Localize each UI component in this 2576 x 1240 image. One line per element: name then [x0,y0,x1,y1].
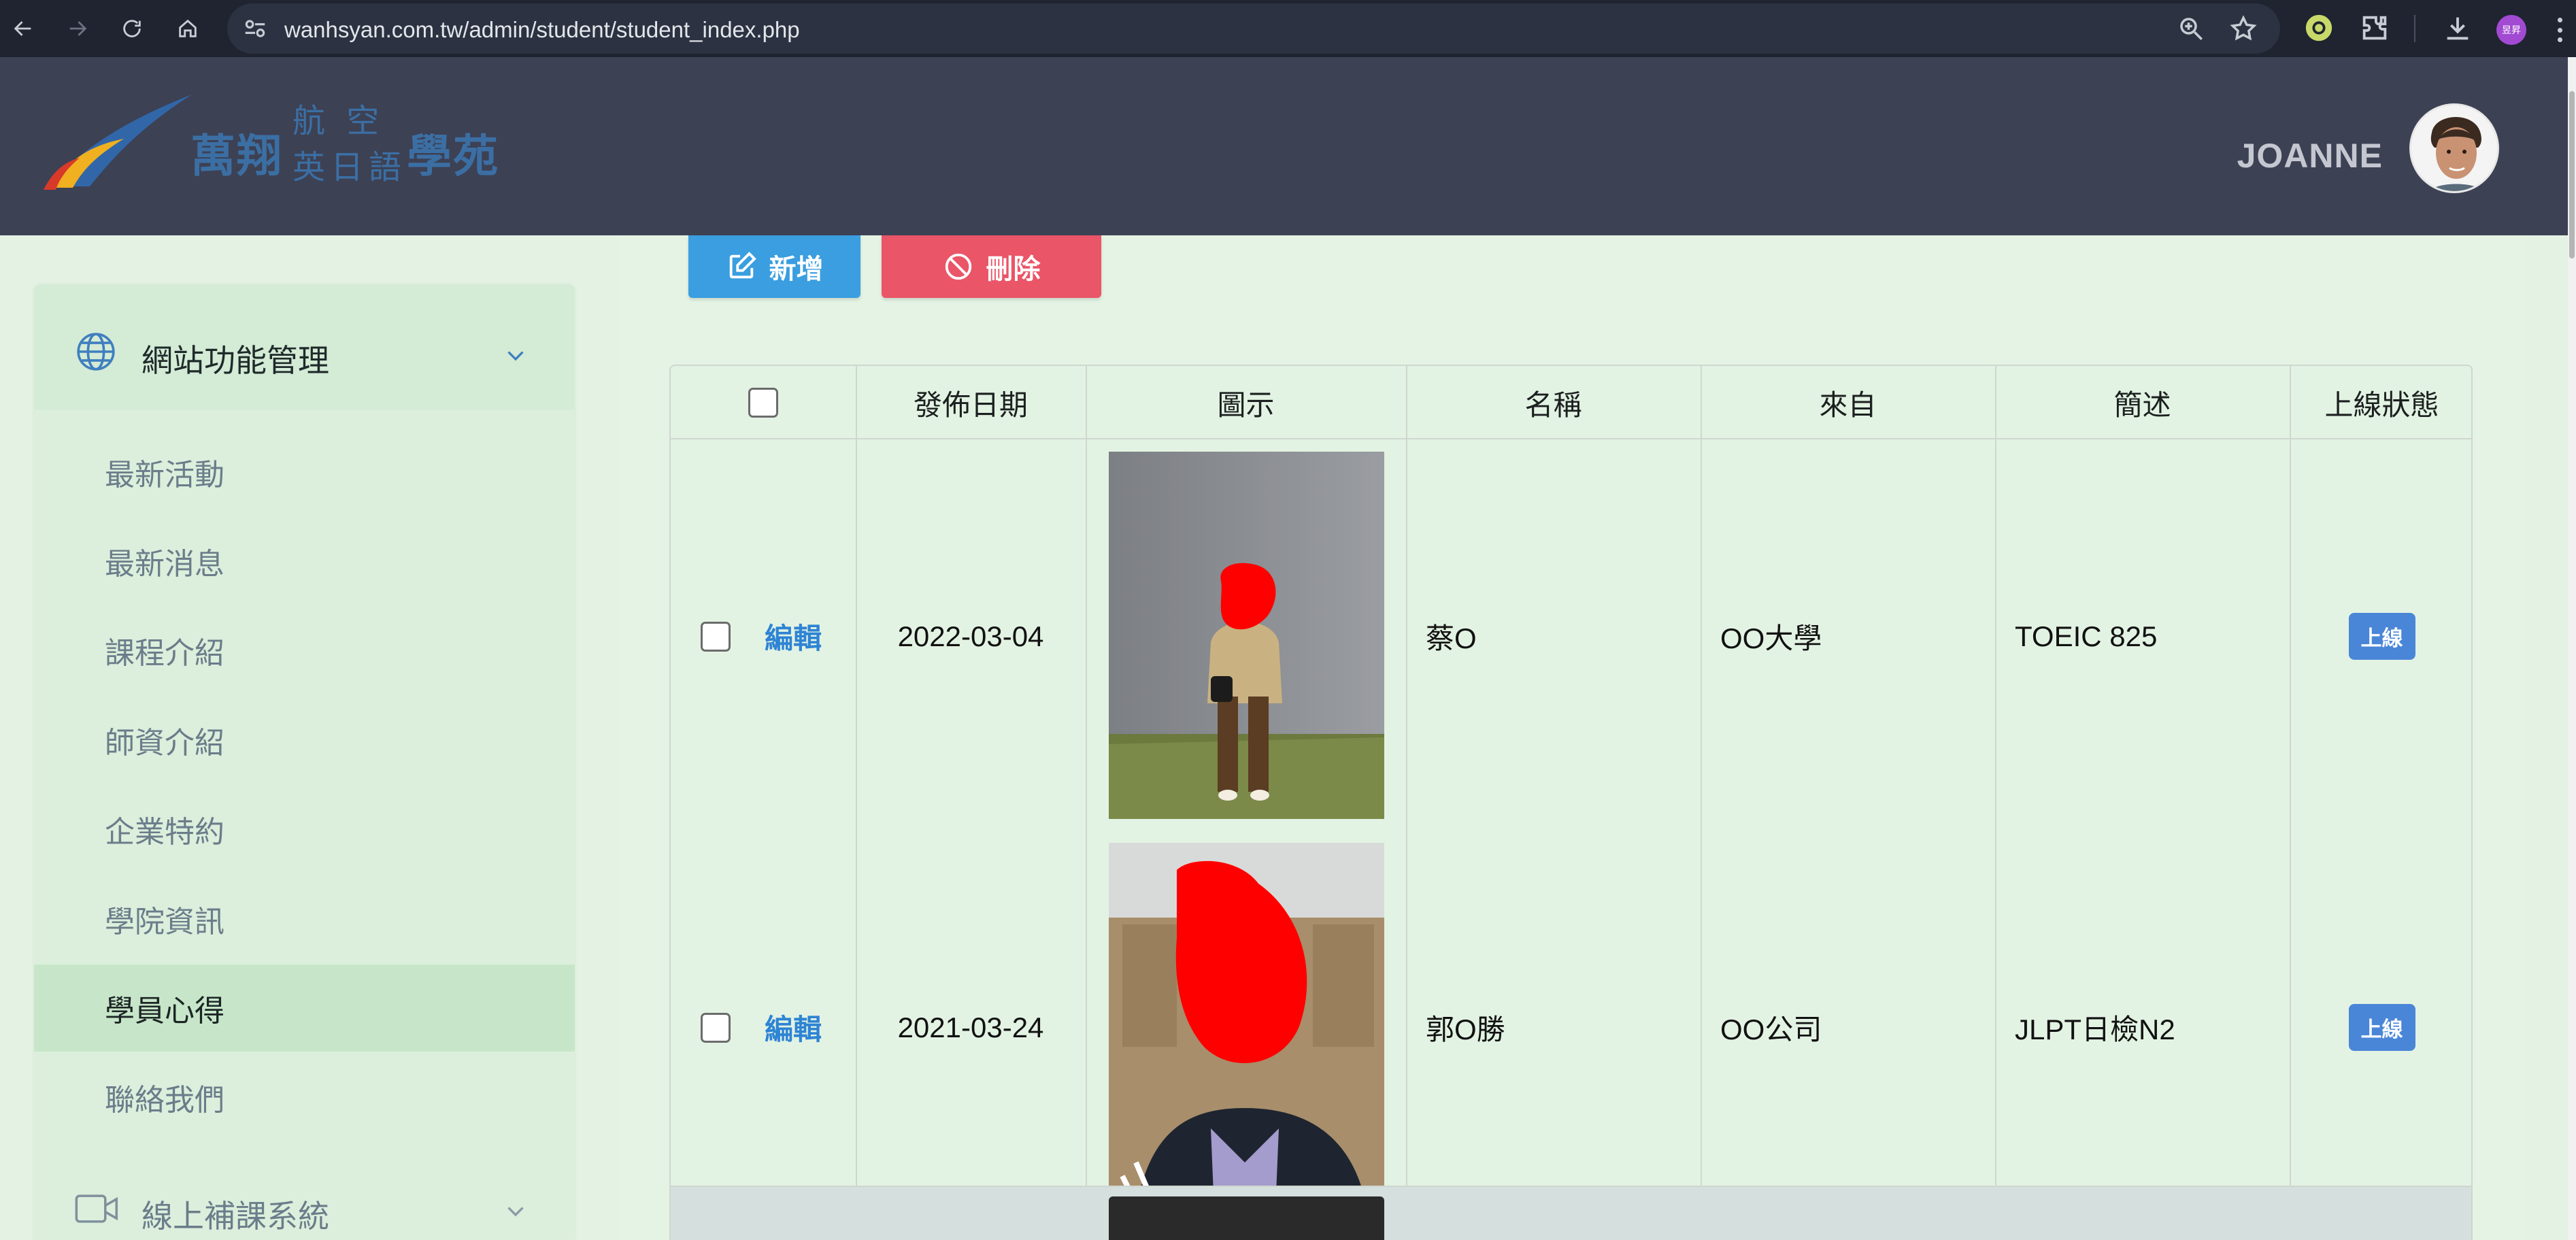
add-button-label: 新增 [769,254,824,285]
from-cell: OO公司 [1720,1013,1822,1045]
select-all-checkbox[interactable] [748,388,778,418]
chevron-down-icon [507,351,524,361]
edit-link[interactable]: 編輯 [765,1007,822,1048]
browser-toolbar: wanhsyan.com.tw/admin/student/student_in… [0,0,2576,57]
student-photo[interactable] [1109,843,1384,1210]
delete-button-label: 刪除 [986,254,1041,285]
sidebar-item-courses[interactable]: 課程介紹 [34,607,575,694]
student-photo[interactable] [1109,452,1384,819]
from-cell: OO大學 [1720,622,1822,654]
sidebar-section-site-management[interactable]: 網站功能管理 [34,284,575,409]
extensions-puzzle-icon[interactable] [2359,12,2390,44]
download-icon[interactable] [2442,12,2473,44]
sidebar-section2-label[interactable]: 線上補課系統 [141,1192,329,1237]
logo-brand-text: 萬翔 [190,130,283,182]
table-header-row: 發佈日期 圖示 名稱 來自 簡述 上線狀態 [671,366,2471,439]
toolbar-divider [2414,15,2415,42]
extension-green-icon[interactable] [2303,12,2335,44]
site-info-icon[interactable] [242,16,268,41]
header-summary[interactable]: 簡述 [1995,366,2290,439]
sidebar-section-label: 網站功能管理 [141,342,329,379]
site-header: 萬翔 航 空 英日語 學苑 JOANNE [0,57,2568,235]
sidebar-item-latest-events[interactable]: 最新活動 [34,429,575,516]
header-select-all [671,366,856,439]
name-cell: 蔡O [1426,622,1477,654]
logo-suffix-text: 學苑 [407,130,499,182]
page-scrollbar[interactable] [2568,57,2576,1240]
table-row: 編輯 2021-03-24 郭O勝 OO公司 JLPT日檢N2 上線 [671,832,2471,1223]
name-cell: 郭O勝 [1426,1013,1505,1045]
edit-link-cell: 編輯 [765,441,822,832]
sidebar: 網站功能管理 最新活動 最新消息 課程介紹 師資介紹 企業特約 學院資訊 學員心… [34,284,575,1240]
user-name[interactable]: JOANNE [2237,136,2383,175]
profile-avatar[interactable]: 昱昇 [2496,15,2526,45]
status-badge[interactable]: 上線 [2348,1004,2415,1051]
chevron-down-icon[interactable] [503,1199,528,1223]
header-status[interactable]: 上線狀態 [2290,366,2471,439]
logo-line2-text: 英日語 [292,148,407,186]
date-cell: 2021-03-24 [897,1011,1044,1043]
table-row: 編輯 2022-03-04 蔡O OO大學 TOEIC 825 上線 [671,441,2471,832]
address-bar[interactable]: wanhsyan.com.tw/admin/student/student_in… [227,3,2280,54]
sidebar-item-contact[interactable]: 聯絡我們 [34,1054,575,1141]
status-badge[interactable]: 上線 [2348,613,2415,660]
sidebar-item-corporate[interactable]: 企業特約 [34,786,575,873]
row-checkbox[interactable] [701,621,731,652]
home-icon[interactable] [170,11,205,46]
add-button[interactable]: 新增 [688,235,860,298]
status-cell: 上線 [2290,441,2471,832]
row-checkbox-cell [701,832,731,1223]
summary-cell: JLPT日檢N2 [2015,1013,2175,1045]
student-photo[interactable] [1109,1196,1384,1240]
header-image: 圖示 [1217,388,1275,422]
main-content: 新增 刪除 發佈日期 圖示 名稱 來自 簡述 上線狀態 編輯 2022-03-0… [619,235,2524,1240]
reload-icon[interactable] [114,11,150,46]
header-name[interactable]: 名稱 [1406,366,1701,439]
sidebar-item-student-testimonials[interactable]: 學員心得 [34,965,575,1052]
bookmark-star-icon[interactable] [2229,14,2258,43]
url-text[interactable]: wanhsyan.com.tw/admin/student/student_in… [284,17,800,43]
table-row [671,1186,2471,1240]
row-checkbox[interactable] [701,1012,731,1043]
logo-swoosh-icon [44,95,192,190]
site-logo[interactable]: 萬翔 航 空 英日語 學苑 [42,91,518,220]
video-camera-icon [75,1194,118,1223]
students-table: 發佈日期 圖示 名稱 來自 簡述 上線狀態 編輯 2022-03-04 蔡O O… [669,365,2473,1240]
globe-icon [77,333,115,371]
edit-link-cell: 編輯 [765,832,822,1223]
summary-cell: TOEIC 825 [2015,620,2158,652]
row-checkbox-cell [701,441,731,832]
logo-line1-text: 航 空 [292,102,385,140]
edit-square-icon [729,252,756,279]
sidebar-item-academy-info[interactable]: 學院資訊 [34,875,575,962]
sidebar-item-latest-news[interactable]: 最新消息 [34,518,575,605]
scrollbar-thumb[interactable] [2569,91,2575,258]
forward-icon[interactable] [60,11,95,46]
delete-button[interactable]: 刪除 [882,235,1101,298]
sidebar-item-teachers[interactable]: 師資介紹 [34,697,575,784]
header-from[interactable]: 來自 [1701,366,1995,439]
status-cell: 上線 [2290,832,2471,1223]
header-date[interactable]: 發佈日期 [856,366,1086,439]
zoom-icon[interactable] [2177,14,2205,43]
ban-icon [945,253,971,280]
user-avatar[interactable] [2409,103,2499,193]
date-cell: 2022-03-04 [897,620,1044,652]
browser-menu-icon[interactable] [2549,15,2570,45]
back-icon[interactable] [5,11,41,46]
edit-link[interactable]: 編輯 [765,616,822,657]
